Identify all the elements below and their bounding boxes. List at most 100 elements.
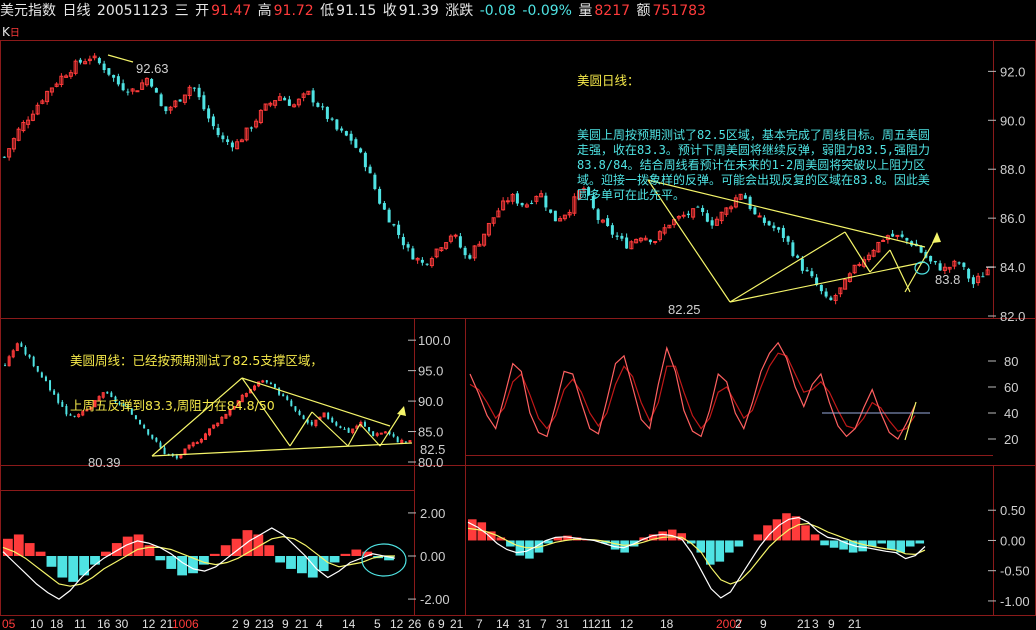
candle-body-down xyxy=(382,203,386,210)
candle-body-down xyxy=(164,106,168,112)
candle-body-down xyxy=(159,442,162,448)
candle-body-down xyxy=(121,83,125,91)
candle-body-down xyxy=(425,263,429,265)
candle-body-down xyxy=(112,74,116,78)
candle-body-down xyxy=(151,434,154,439)
macd-bar-negative xyxy=(610,540,620,550)
candle-body-down xyxy=(900,234,904,237)
macd-bar-positive xyxy=(209,553,220,556)
weekly-note-line2: 上周五反弹到83.3,周阻力在84.8/50 xyxy=(70,398,275,413)
weekly-x-label: 10 xyxy=(30,617,44,630)
candle-body-down xyxy=(347,428,350,433)
weekly-note: 美圆周线：已经按预期测试了82.5支撑区域， 上周五反弹到83.3,周阻力在84… xyxy=(70,323,410,428)
macd-bar-negative xyxy=(858,540,867,552)
macd-bar-negative xyxy=(90,556,100,565)
candle-body-down xyxy=(57,393,60,403)
candle-body-down xyxy=(549,209,553,213)
candle-body-down xyxy=(316,103,320,107)
candle-body-down xyxy=(800,258,804,271)
macd-bar-negative xyxy=(905,540,915,547)
kdj-y-tick: 40 xyxy=(1004,406,1018,421)
macd-bar-positive xyxy=(133,534,144,556)
weekly-x-label: 3 xyxy=(267,617,274,630)
candle-body-down xyxy=(468,255,472,259)
weekly-x-label: 5 xyxy=(374,617,381,630)
candle-body-down xyxy=(116,76,120,85)
candle-body-down xyxy=(159,94,163,107)
daily-y-tick: 86.0 xyxy=(1000,211,1025,226)
macd-bar-negative xyxy=(286,556,296,569)
macd-bar-negative xyxy=(166,556,177,569)
weekly-x-label: 16 xyxy=(97,617,111,630)
candle-body-up xyxy=(881,239,886,242)
macd-y-tick: 0.00 xyxy=(1000,533,1025,548)
candle-body-down xyxy=(829,297,833,301)
weekly-y-tick: 85.0 xyxy=(418,425,443,440)
candle-body-down xyxy=(824,291,828,297)
candle-body-down xyxy=(819,284,823,292)
candle-body-down xyxy=(28,354,31,358)
weekly-x-label: 9 xyxy=(243,617,250,630)
candle-body-down xyxy=(620,235,624,239)
weekly-y-tick: 90.0 xyxy=(418,394,443,409)
candle-body-down xyxy=(401,237,405,246)
candle-body-down xyxy=(321,106,325,108)
candle-body-down xyxy=(372,431,375,436)
macd-bar-positive xyxy=(810,534,820,541)
weekly-x-label: 05 xyxy=(2,617,16,630)
daily-x-label: 7 xyxy=(540,617,547,630)
candle-body-down xyxy=(777,227,781,230)
daily-y-tick: 88.0 xyxy=(1000,162,1025,177)
weekly-x-label: 21 xyxy=(295,617,309,630)
macd-bar-negative xyxy=(68,556,79,582)
daily-y-tick: 82.0 xyxy=(1000,309,1025,324)
macd-y-tick: -1.00 xyxy=(1000,594,1030,609)
daily-trendline xyxy=(904,235,938,293)
candle-body-down xyxy=(625,237,629,249)
daily-trendline xyxy=(844,231,871,273)
daily-x-label: 18 xyxy=(660,617,674,630)
candle-body-down xyxy=(791,242,795,256)
candle-body-down xyxy=(330,118,334,120)
candle-body-down xyxy=(933,261,937,263)
candle-body-down xyxy=(192,87,196,89)
macd-dea-line xyxy=(467,522,926,585)
macd-bar-negative xyxy=(307,556,318,578)
daily-y-tick: 84.0 xyxy=(1000,260,1025,275)
candle-body-down xyxy=(24,347,27,355)
candle-body-down xyxy=(40,372,43,378)
candle-body-down xyxy=(796,255,800,258)
weekly-x-label: 12 xyxy=(390,617,404,630)
candle-body-down xyxy=(404,441,407,443)
candle-body-down xyxy=(772,225,776,229)
macd-bar-negative xyxy=(886,540,896,550)
candle-body-down xyxy=(387,209,391,223)
weekly-x-label: 30 xyxy=(115,617,129,630)
macd-bar-negative xyxy=(329,556,340,563)
candle-body-down xyxy=(368,166,372,174)
kdj-d-line xyxy=(469,352,916,432)
daily-x-label: 21 xyxy=(797,617,811,630)
daily-x-label: 9 xyxy=(828,617,835,630)
daily-x-label: 14 xyxy=(496,617,510,630)
kdj-panel: 80 60 40 20 xyxy=(469,341,1018,447)
candle-body-down xyxy=(287,99,291,106)
macd-bar-positive xyxy=(791,516,801,541)
candle-body-down xyxy=(363,152,367,168)
macd-bar-positive xyxy=(111,543,122,556)
candle-body-down xyxy=(392,224,396,226)
macd-bar-negative xyxy=(515,540,525,556)
candle-body-down xyxy=(202,95,206,110)
daily-y-tick: 92.0 xyxy=(1000,64,1025,79)
daily-x-label: 7 xyxy=(476,617,483,630)
candle-body-down xyxy=(392,434,395,437)
weekly-x-label: 4 xyxy=(316,617,323,630)
candle-body-down xyxy=(648,239,652,243)
daily-trendline xyxy=(889,249,911,293)
candle-body-down xyxy=(4,365,7,367)
macd-bar-positive xyxy=(220,545,231,556)
daily-note-title: 美圆日线： xyxy=(577,73,640,88)
candle-body-down xyxy=(102,63,106,71)
macd-bar-negative xyxy=(829,540,839,548)
candle-body-down xyxy=(2,156,6,158)
